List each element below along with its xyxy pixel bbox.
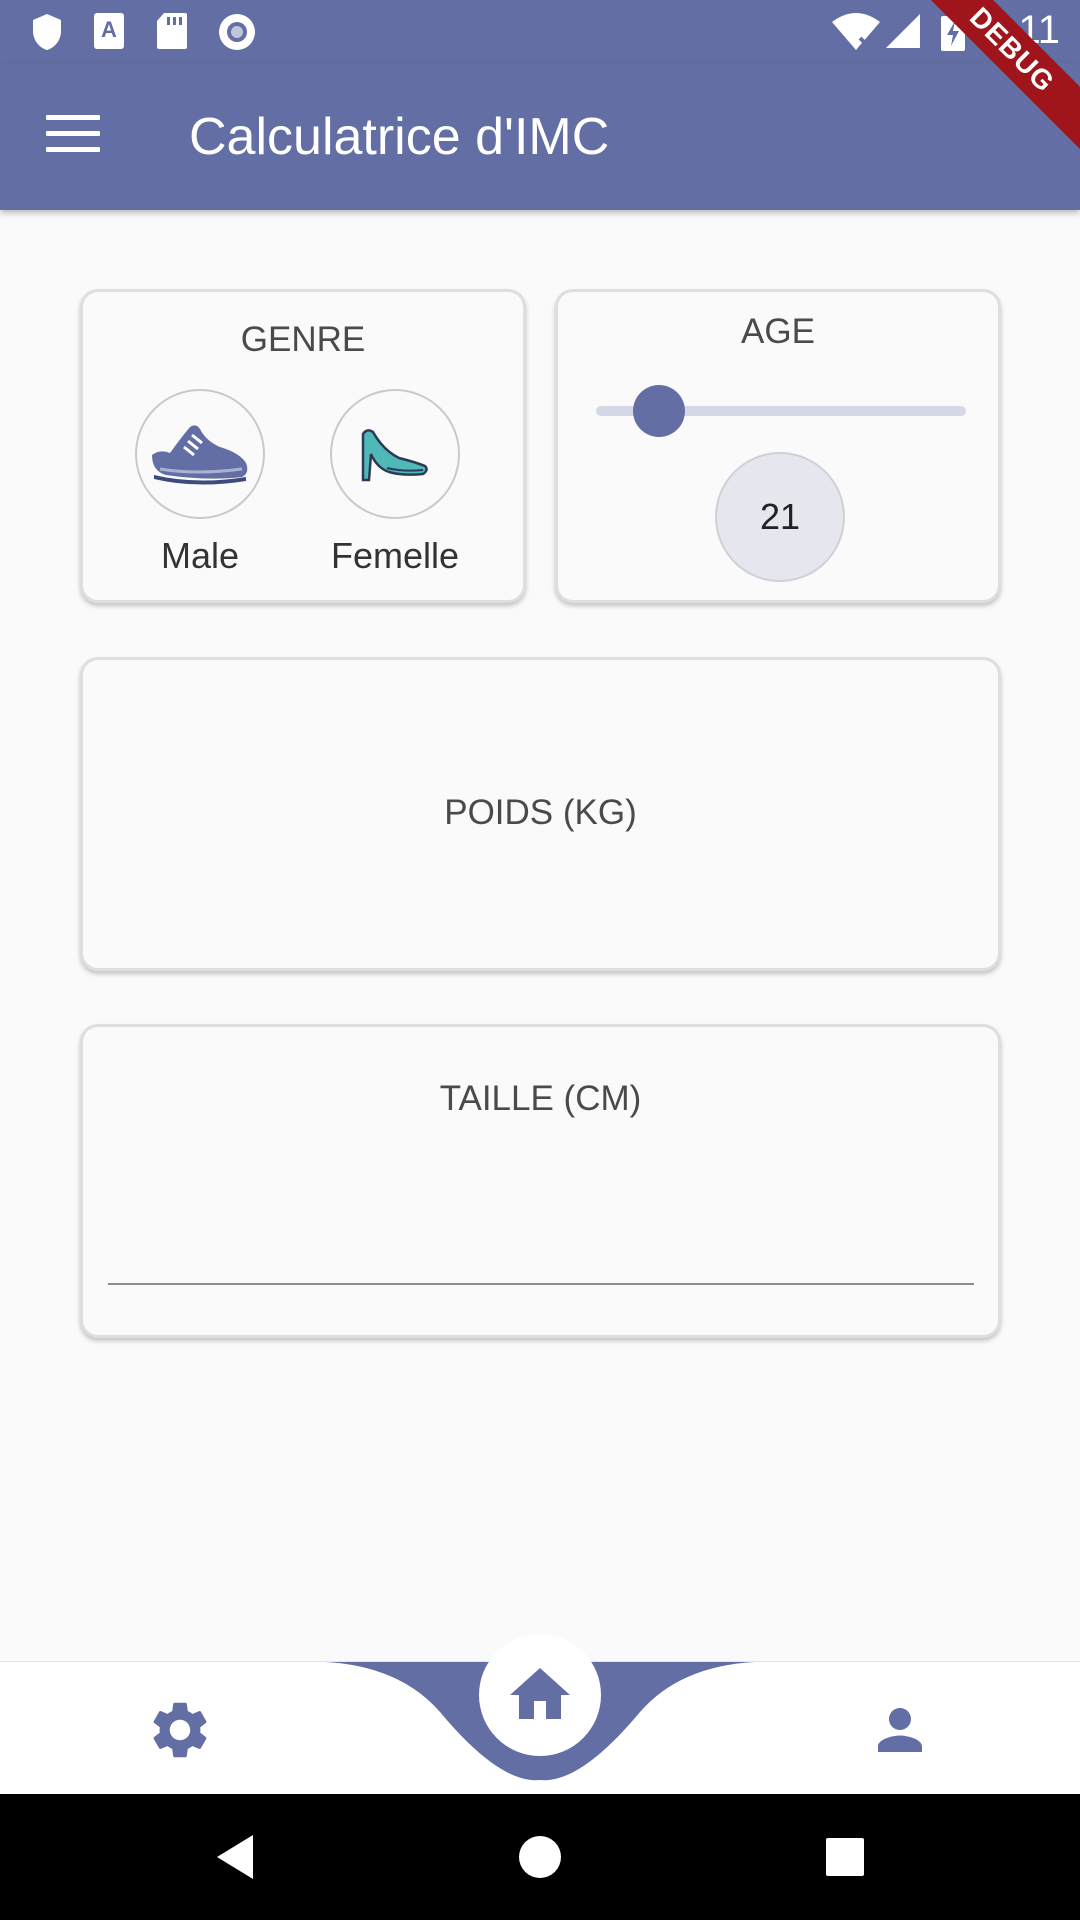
back-button[interactable]	[200, 1794, 270, 1920]
svg-text:A: A	[101, 17, 117, 42]
taille-card: TAILLE (CM)	[80, 1024, 1001, 1338]
sd-card-icon	[157, 13, 187, 49]
status-bar: A 1:11	[0, 0, 1080, 63]
gender-option-male[interactable]: Male	[135, 389, 265, 576]
poids-title: POIDS (KG)	[444, 793, 637, 832]
a-icon: A	[94, 13, 124, 49]
genre-card: GENRE Male Femelle	[80, 289, 526, 603]
person-icon	[878, 1707, 922, 1752]
record-icon	[219, 14, 255, 50]
genre-title: GENRE	[240, 320, 366, 359]
menu-icon[interactable]	[46, 115, 100, 157]
settings-button[interactable]	[130, 1687, 230, 1772]
home-circle-icon	[519, 1836, 561, 1878]
home-icon	[510, 1668, 570, 1719]
system-home-button[interactable]	[505, 1794, 575, 1920]
back-icon	[217, 1835, 253, 1879]
gender-option-female[interactable]: Femelle	[330, 389, 460, 576]
sneaker-icon	[152, 425, 248, 485]
page-title: Calculatrice d'IMC	[189, 108, 610, 166]
female-button[interactable]	[330, 389, 460, 519]
high-heel-icon	[361, 429, 428, 482]
profile-button[interactable]	[850, 1687, 950, 1772]
age-value: 21	[715, 452, 845, 582]
app-bar: Calculatrice d'IMC	[0, 63, 1080, 210]
male-button[interactable]	[135, 389, 265, 519]
signal-icon	[886, 14, 920, 48]
home-button[interactable]	[479, 1634, 601, 1756]
age-title: AGE	[741, 312, 815, 351]
screen: A 1:11 DEBUG Cal	[0, 0, 1080, 1920]
male-label: Male	[160, 535, 240, 576]
taille-title: TAILLE (CM)	[439, 1079, 642, 1118]
age-card: AGE 21	[555, 289, 1001, 603]
poids-card[interactable]: POIDS (KG)	[80, 657, 1001, 971]
shield-icon	[33, 14, 61, 50]
recents-icon	[826, 1838, 864, 1876]
wifi-off-icon	[832, 13, 880, 50]
gear-icon	[153, 1702, 207, 1757]
recents-button[interactable]	[810, 1794, 880, 1920]
taille-input[interactable]	[108, 1283, 974, 1285]
system-nav-bar	[0, 1794, 1080, 1920]
female-label: Femelle	[330, 535, 460, 576]
age-slider-thumb[interactable]	[632, 385, 685, 437]
